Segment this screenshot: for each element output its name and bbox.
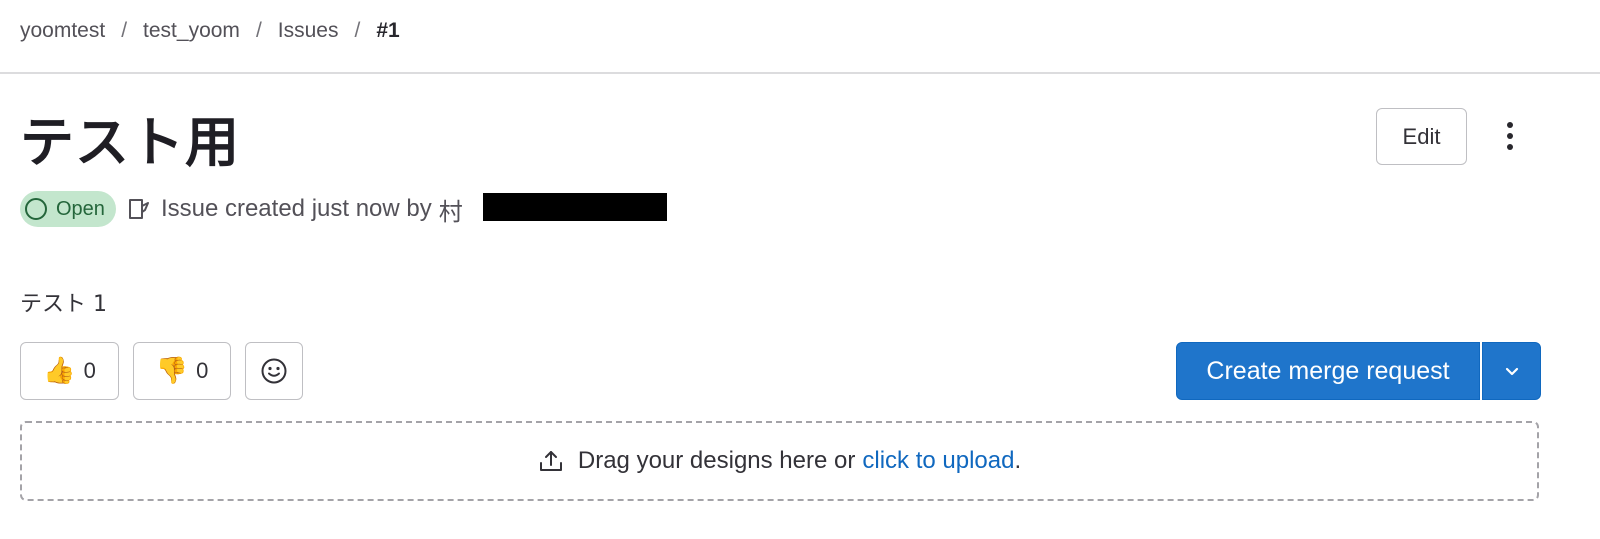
breadcrumb-bar: yoomtest / test_yoom / Issues / #1 [0, 0, 1600, 74]
thumbsdown-icon: 👎 [155, 356, 189, 386]
issue-created-text: Issue created just now by [160, 195, 432, 222]
issue-open-icon [25, 198, 47, 220]
issue-title: テスト用 [20, 111, 240, 174]
chevron-down-icon [1505, 367, 1518, 376]
author-initial[interactable]: 村 [439, 192, 463, 227]
click-to-upload-link[interactable]: click to upload [862, 447, 1014, 475]
breadcrumb-separator: / [255, 19, 262, 42]
upload-instruction-end: . [1014, 447, 1022, 474]
thumbsdown-count: 0 [196, 358, 209, 383]
thumbsup-count: 0 [83, 358, 96, 383]
more-actions-button[interactable] [1490, 112, 1530, 160]
breadcrumb-item-issues[interactable]: Issues [278, 19, 339, 43]
breadcrumb-separator: / [354, 19, 361, 42]
merge-request-dropdown-toggle[interactable] [1482, 342, 1541, 400]
ellipsis-dot [1507, 133, 1513, 139]
upload-icon [539, 451, 562, 471]
breadcrumb-separator: / [121, 19, 128, 42]
ellipsis-v-icon [1507, 122, 1513, 128]
add-reaction-button[interactable] [245, 342, 303, 400]
breadcrumb-item-test-yoom[interactable]: test_yoom [143, 19, 240, 43]
status-label: Open [56, 197, 105, 220]
design-upload-dropzone[interactable]: Drag your designs here or click to uploa… [20, 421, 1539, 501]
thumbsup-icon: 👍 [43, 356, 76, 386]
thumbsdown-award-button[interactable]: 👎 0 [133, 342, 231, 400]
issue-description: テスト 1 [20, 292, 107, 317]
breadcrumb-current-issue[interactable]: #1 [376, 19, 399, 43]
breadcrumb: yoomtest / test_yoom / Issues / #1 [20, 19, 400, 43]
smiley-icon [261, 358, 287, 384]
issue-type-icon [128, 199, 149, 219]
edit-button[interactable]: Edit [1376, 108, 1467, 165]
status-badge: Open [20, 191, 116, 227]
breadcrumb-item-yoomtest[interactable]: yoomtest [20, 19, 105, 43]
upload-instruction: Drag your designs here or [577, 447, 856, 474]
create-merge-request-group: Create merge request [1176, 342, 1541, 400]
thumbsup-award-button[interactable]: 👍 0 [20, 342, 119, 400]
ellipsis-dot [1507, 144, 1513, 150]
create-merge-request-button[interactable]: Create merge request [1176, 342, 1480, 400]
redacted-author-name [483, 193, 667, 221]
issue-meta: Open Issue created just now by 村 [20, 191, 463, 227]
